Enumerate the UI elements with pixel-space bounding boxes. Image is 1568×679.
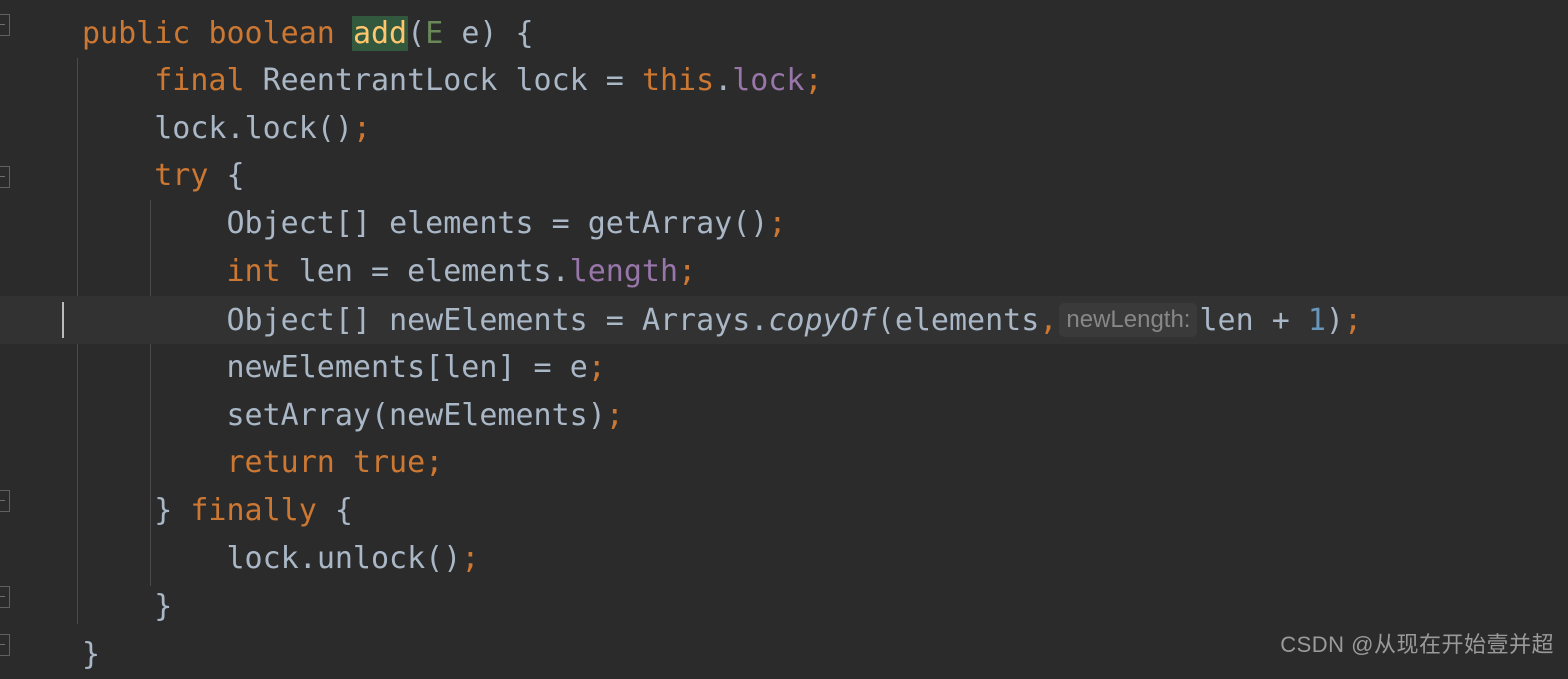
token-call-getarray: getArray() [587, 206, 769, 241]
token-operator-assign: = [587, 303, 642, 338]
token-call-unlock: unlock() [316, 541, 462, 576]
code-line-3[interactable]: lock.lock(); [0, 105, 1568, 153]
token-semicolon: ; [461, 541, 480, 576]
token-arg-elements: elements [894, 303, 1040, 338]
token-static-method-copyof: copyOf [768, 303, 877, 338]
token-semicolon: ; [768, 206, 787, 241]
token-method-name-add[interactable]: add [351, 16, 409, 51]
token-keyword-final: final [154, 63, 245, 98]
token-type-reentrantlock: ReentrantLock [262, 63, 498, 98]
code-editor[interactable]: public boolean add(E e) { final Reentran… [0, 0, 1568, 672]
token-bracket-close: ] [497, 350, 516, 385]
text-caret [62, 302, 64, 338]
token-keyword-int: int [226, 254, 281, 289]
token-keyword-return: return [226, 445, 335, 480]
token-dot: . [750, 303, 769, 338]
token-keyword-boolean: boolean [208, 16, 335, 51]
token-brace-open: { [515, 16, 534, 51]
code-line-5[interactable]: Object[] elements = getArray(); [0, 200, 1568, 248]
token-paren-close: ) [479, 16, 498, 51]
token-index-len: len [443, 350, 498, 385]
token-dot: . [226, 111, 245, 146]
token-paren-open: ( [876, 303, 895, 338]
code-line-2[interactable]: final ReentrantLock lock = this.lock; [0, 57, 1568, 105]
token-value-e: e [569, 350, 588, 385]
token-paren-open: ( [407, 16, 426, 51]
token-type-object-array: Object[] [226, 303, 372, 338]
code-line-4[interactable]: try { [0, 152, 1568, 200]
token-brace-close: } [82, 637, 101, 672]
token-call-lock: lock() [244, 111, 353, 146]
token-arg-len: len [1199, 303, 1254, 338]
token-keyword-finally: finally [190, 493, 317, 528]
token-field-length: length [569, 254, 679, 289]
token-obj-elements: elements [407, 254, 552, 289]
csdn-watermark: CSDN @从现在开始壹并超 [1280, 632, 1554, 657]
token-keyword-this: this [641, 63, 715, 98]
token-operator-assign: = [352, 254, 408, 289]
token-obj-lock: lock [226, 541, 299, 576]
token-type-object-array: Object[] [226, 206, 372, 241]
token-var-elements: elements [389, 206, 534, 241]
code-line-1[interactable]: public boolean add(E e) { [0, 10, 1568, 58]
token-semicolon: ; [352, 111, 371, 146]
token-semicolon: ; [587, 350, 606, 385]
token-operator-assign: = [533, 206, 588, 241]
code-line-12[interactable]: lock.unlock(); [0, 535, 1568, 583]
code-line-8[interactable]: newElements[len] = e; [0, 344, 1568, 392]
token-semicolon: ; [425, 445, 444, 480]
code-line-11[interactable]: } finally { [0, 487, 1568, 535]
token-paren-close: ) [1325, 303, 1344, 338]
token-comma: , [1039, 303, 1058, 338]
token-keyword-public: public [82, 16, 191, 51]
token-brace-close: } [154, 493, 173, 528]
token-dot: . [714, 63, 733, 98]
token-operator-assign: = [587, 63, 642, 98]
code-line-9[interactable]: setArray(newElements); [0, 392, 1568, 440]
token-keyword-true: true [352, 445, 426, 480]
token-semicolon: ; [1343, 303, 1363, 338]
token-dot: . [298, 541, 317, 576]
token-var-newelements: newElements [389, 303, 588, 338]
token-brace-open: { [334, 493, 353, 528]
code-line-13[interactable]: } [0, 583, 1568, 631]
token-dot: . [551, 254, 570, 289]
code-line-7[interactable]: Object[] newElements = Arrays.copyOf(ele… [0, 296, 1568, 344]
token-type-param-E: E [425, 16, 444, 51]
token-operator-plus: + [1253, 303, 1308, 338]
token-brace-open: { [226, 158, 245, 193]
token-obj-lock: lock [154, 111, 227, 146]
code-line-10[interactable]: return true; [0, 439, 1568, 487]
token-var-lock: lock [515, 63, 588, 98]
code-line-6[interactable]: int len = elements.length; [0, 248, 1568, 296]
inlay-parameter-hint-newlength[interactable]: newLength: [1059, 303, 1198, 337]
token-field-lock: lock [732, 63, 805, 98]
token-param-e: e [461, 16, 480, 51]
token-keyword-try: try [154, 158, 209, 193]
code-lines-container[interactable]: public boolean add(E e) { final Reentran… [0, 0, 1568, 672]
token-semicolon: ; [804, 63, 823, 98]
token-semicolon: ; [678, 254, 697, 289]
token-semicolon: ; [605, 398, 624, 433]
token-class-arrays: Arrays [641, 303, 751, 338]
token-brace-close: } [154, 589, 173, 624]
token-var-newelements-index: newElements[ [226, 350, 444, 385]
token-number-1: 1 [1307, 303, 1326, 338]
token-var-len: len [298, 254, 353, 289]
token-operator-assign: = [515, 350, 570, 385]
token-call-setarray: setArray(newElements) [226, 398, 606, 433]
